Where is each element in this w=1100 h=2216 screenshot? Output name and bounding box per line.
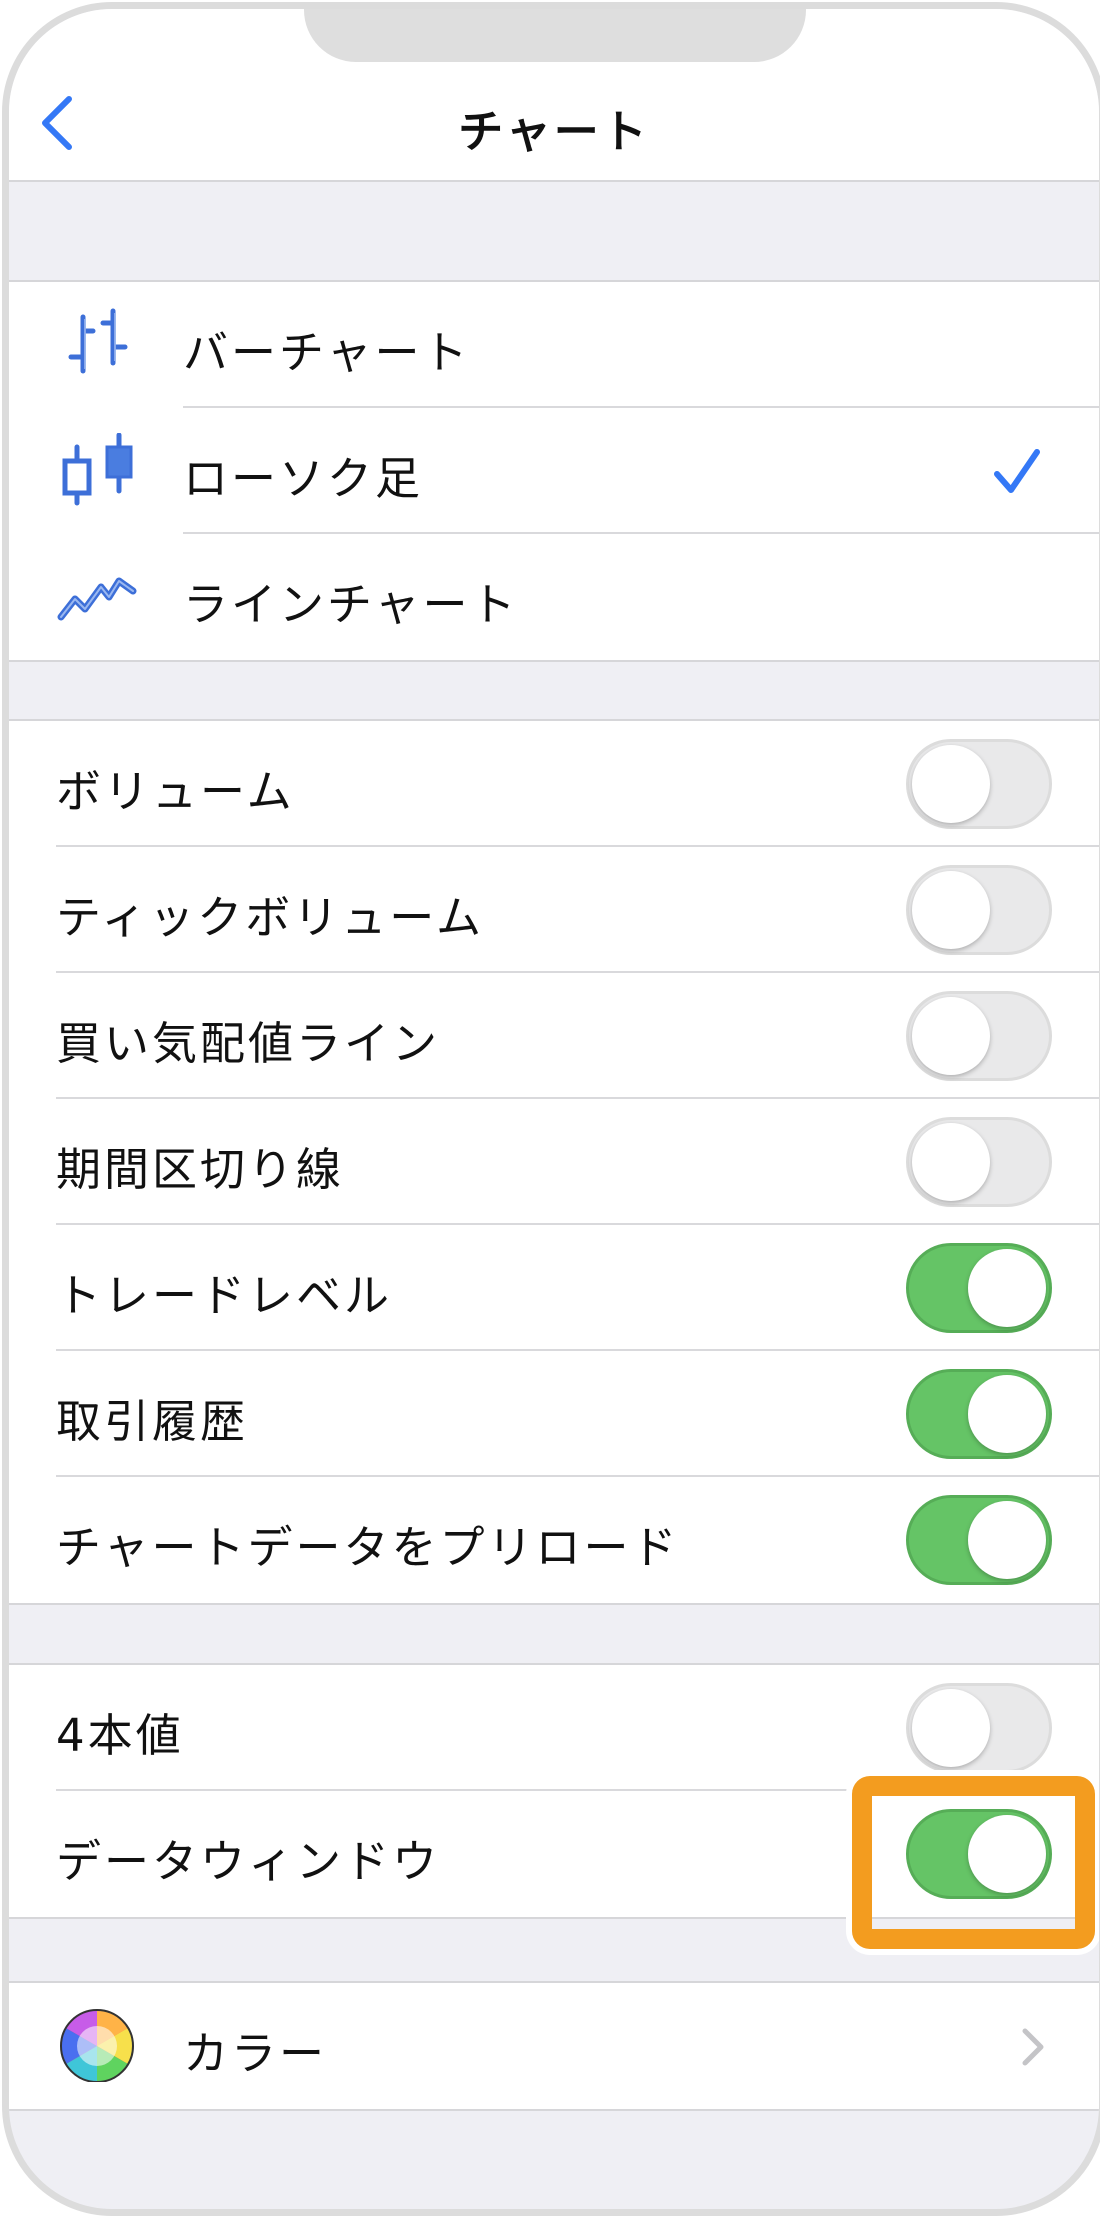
toggle-knob <box>968 1501 1046 1579</box>
option-row: 買い気配値ライン <box>9 973 1099 1099</box>
option-label: データウィンドウ <box>56 1835 441 1888</box>
highlight-box <box>852 1776 1095 1949</box>
option-row: ボリューム <box>9 721 1099 847</box>
chart-type-label: ラインチャート <box>183 578 519 631</box>
color-wheel-icon <box>60 2009 134 2082</box>
option-label: 4本値 <box>56 1709 184 1762</box>
page-title: チャート <box>458 105 650 158</box>
period-separator-toggle[interactable] <box>906 1117 1052 1207</box>
color-section: カラー <box>9 1981 1099 2111</box>
ohlc-toggle[interactable] <box>906 1683 1052 1773</box>
option-label: チャートデータをプリロード <box>56 1521 680 1574</box>
option-row: トレードレベル <box>9 1225 1099 1351</box>
color-label: カラー <box>183 2027 328 2080</box>
chart-type-label: バーチャート <box>183 326 471 379</box>
toggle-knob <box>968 1249 1046 1327</box>
option-row: 4本値 <box>9 1665 1099 1791</box>
option-row: 期間区切り線 <box>9 1099 1099 1225</box>
option-label: 期間区切り線 <box>56 1143 345 1196</box>
toggle-knob <box>912 871 990 949</box>
option-row: 取引履歴 <box>9 1351 1099 1477</box>
phone-frame: チャート バーチャート ローソク足 ラインチャート ボリューム ティックボリュー… <box>2 2 1100 2216</box>
bar-chart-icon <box>68 308 128 374</box>
toggle-knob <box>912 1123 990 1201</box>
volume-toggle[interactable] <box>906 739 1052 829</box>
toggle-knob <box>912 745 990 823</box>
chart-type-candlestick-row[interactable]: ローソク足 <box>9 408 1099 534</box>
toggle-knob <box>912 997 990 1075</box>
toggle-knob <box>968 1375 1046 1453</box>
line-chart-icon <box>57 577 137 621</box>
candlestick-icon <box>62 433 133 506</box>
preload-chart-data-toggle[interactable] <box>906 1495 1052 1585</box>
toggle-knob <box>912 1689 990 1767</box>
option-row: ティックボリューム <box>9 847 1099 973</box>
checkmark-icon <box>994 449 1040 493</box>
tick-volume-toggle[interactable] <box>906 865 1052 955</box>
notch <box>304 9 806 62</box>
option-row: チャートデータをプリロード <box>9 1477 1099 1603</box>
trade-history-toggle[interactable] <box>906 1369 1052 1459</box>
chevron-right-icon <box>1022 2028 1044 2066</box>
ask-line-toggle[interactable] <box>906 991 1052 1081</box>
option-label: 買い気配値ライン <box>56 1017 441 1070</box>
trade-levels-toggle[interactable] <box>906 1243 1052 1333</box>
chart-type-line-row[interactable]: ラインチャート <box>9 534 1099 660</box>
chart-type-label: ローソク足 <box>183 452 424 505</box>
chart-type-bar-row[interactable]: バーチャート <box>9 282 1099 408</box>
option-label: トレードレベル <box>56 1269 393 1322</box>
chart-type-section: バーチャート ローソク足 ラインチャート <box>9 280 1099 662</box>
color-row[interactable]: カラー <box>9 1983 1099 2109</box>
option-label: ティックボリューム <box>56 891 484 944</box>
option-label: ボリューム <box>56 765 295 818</box>
option-label: 取引履歴 <box>56 1395 249 1448</box>
display-options-section: ボリューム ティックボリューム 買い気配値ライン 期間区切り線 トレードレベル … <box>9 719 1099 1605</box>
